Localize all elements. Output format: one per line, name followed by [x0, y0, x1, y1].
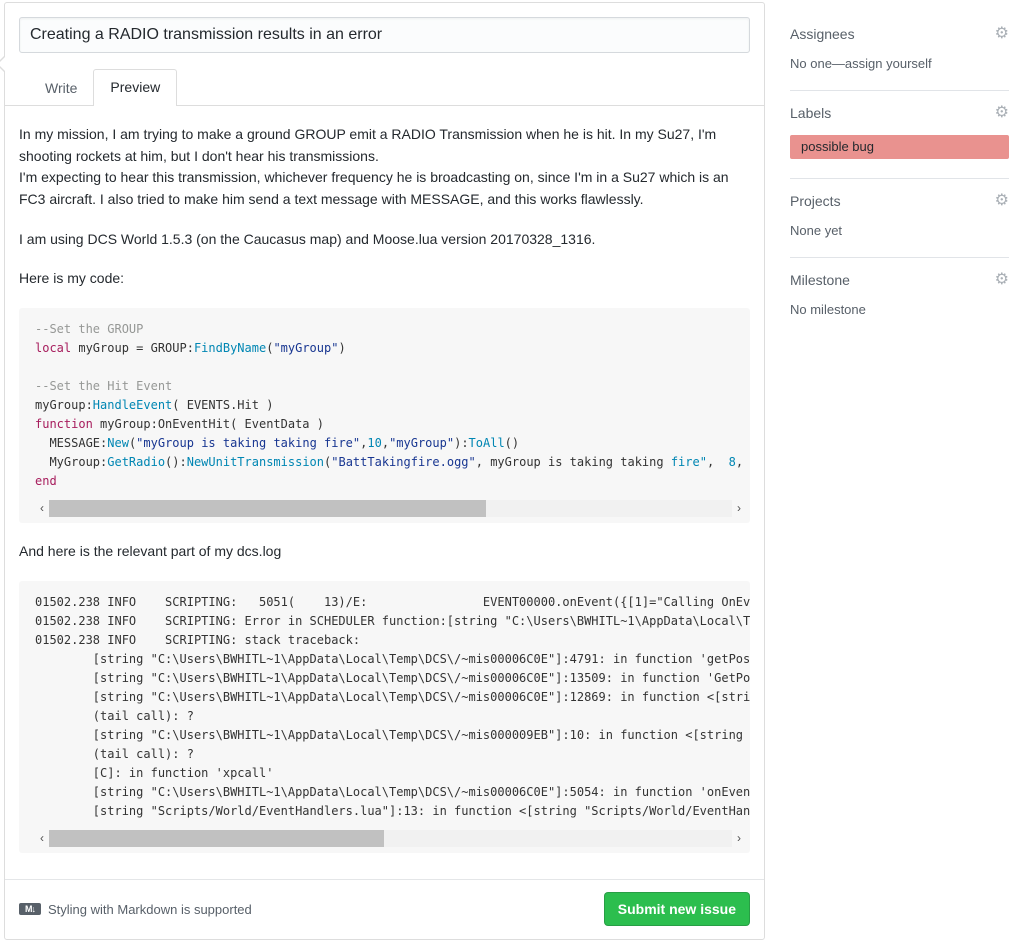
- sidebar-section-assignees: Assignees ⚙ No one—assign yourself: [790, 12, 1009, 91]
- markdown-hint-text: Styling with Markdown is supported: [48, 902, 252, 917]
- scroll-right-icon[interactable]: ›: [732, 500, 746, 517]
- gear-icon[interactable]: ⚙: [995, 194, 1009, 208]
- markdown-hint: M↓ Styling with Markdown is supported: [19, 902, 252, 917]
- form-footer: M↓ Styling with Markdown is supported Su…: [5, 879, 764, 939]
- new-issue-page: Write Preview In my mission, I am trying…: [0, 0, 1025, 944]
- scroll-right-icon[interactable]: ›: [732, 830, 746, 847]
- lua-code-block: --Set the GROUPlocal myGroup = GROUP:Fin…: [19, 308, 750, 523]
- issue-title-input[interactable]: [19, 17, 750, 53]
- gear-icon[interactable]: ⚙: [995, 106, 1009, 120]
- preview-paragraph-3: Here is my code:: [19, 268, 750, 290]
- paragraph-line: In my mission, I am trying to make a gro…: [19, 126, 716, 164]
- assignees-value[interactable]: No one—assign yourself: [790, 56, 1009, 71]
- assignees-heading[interactable]: Assignees: [790, 26, 855, 42]
- tab-preview[interactable]: Preview: [93, 69, 177, 106]
- projects-value: None yet: [790, 223, 1009, 238]
- gear-icon[interactable]: ⚙: [995, 273, 1009, 287]
- scrollbar-track[interactable]: [49, 500, 732, 517]
- milestone-heading[interactable]: Milestone: [790, 272, 850, 288]
- gear-icon[interactable]: ⚙: [995, 27, 1009, 41]
- paragraph-line: I'm expecting to hear this transmission,…: [19, 169, 729, 207]
- lua-code-lines: --Set the GROUPlocal myGroup = GROUP:Fin…: [35, 320, 750, 491]
- comment-caret: [0, 55, 5, 73]
- sidebar-section-projects: Projects ⚙ None yet: [790, 179, 1009, 258]
- preview-paragraph-1: In my mission, I am trying to make a gro…: [19, 124, 750, 211]
- log-code-block: 01502.238 INFO SCRIPTING: 5051( 13)/E: E…: [19, 581, 750, 853]
- sidebar-section-labels: Labels ⚙ possible bug: [790, 91, 1009, 179]
- milestone-value: No milestone: [790, 302, 1009, 317]
- scrollbar-track[interactable]: [49, 830, 732, 847]
- label-possible-bug[interactable]: possible bug: [790, 135, 1009, 159]
- issue-form-card: Write Preview In my mission, I am trying…: [4, 2, 765, 940]
- preview-pane: In my mission, I am trying to make a gro…: [5, 106, 764, 853]
- scroll-left-icon[interactable]: ‹: [35, 500, 49, 517]
- preview-paragraph-4: And here is the relevant part of my dcs.…: [19, 541, 750, 563]
- log-horizontal-scrollbar: ‹ ›: [35, 830, 746, 847]
- scroll-left-icon[interactable]: ‹: [35, 830, 49, 847]
- scrollbar-thumb[interactable]: [49, 830, 384, 847]
- discussion-sidebar: Assignees ⚙ No one—assign yourself Label…: [790, 12, 1009, 336]
- projects-heading[interactable]: Projects: [790, 193, 841, 209]
- scrollbar-thumb[interactable]: [49, 500, 486, 517]
- log-code-lines: 01502.238 INFO SCRIPTING: 5051( 13)/E: E…: [35, 593, 750, 821]
- code-horizontal-scrollbar: ‹ ›: [35, 500, 746, 517]
- preview-paragraph-2: I am using DCS World 1.5.3 (on the Cauca…: [19, 229, 750, 251]
- write-preview-tabs: Write Preview: [5, 69, 764, 106]
- tab-write[interactable]: Write: [29, 71, 93, 105]
- markdown-icon: M↓: [19, 903, 41, 915]
- sidebar-section-milestone: Milestone ⚙ No milestone: [790, 258, 1009, 336]
- submit-new-issue-button[interactable]: Submit new issue: [604, 892, 750, 926]
- labels-heading[interactable]: Labels: [790, 105, 831, 121]
